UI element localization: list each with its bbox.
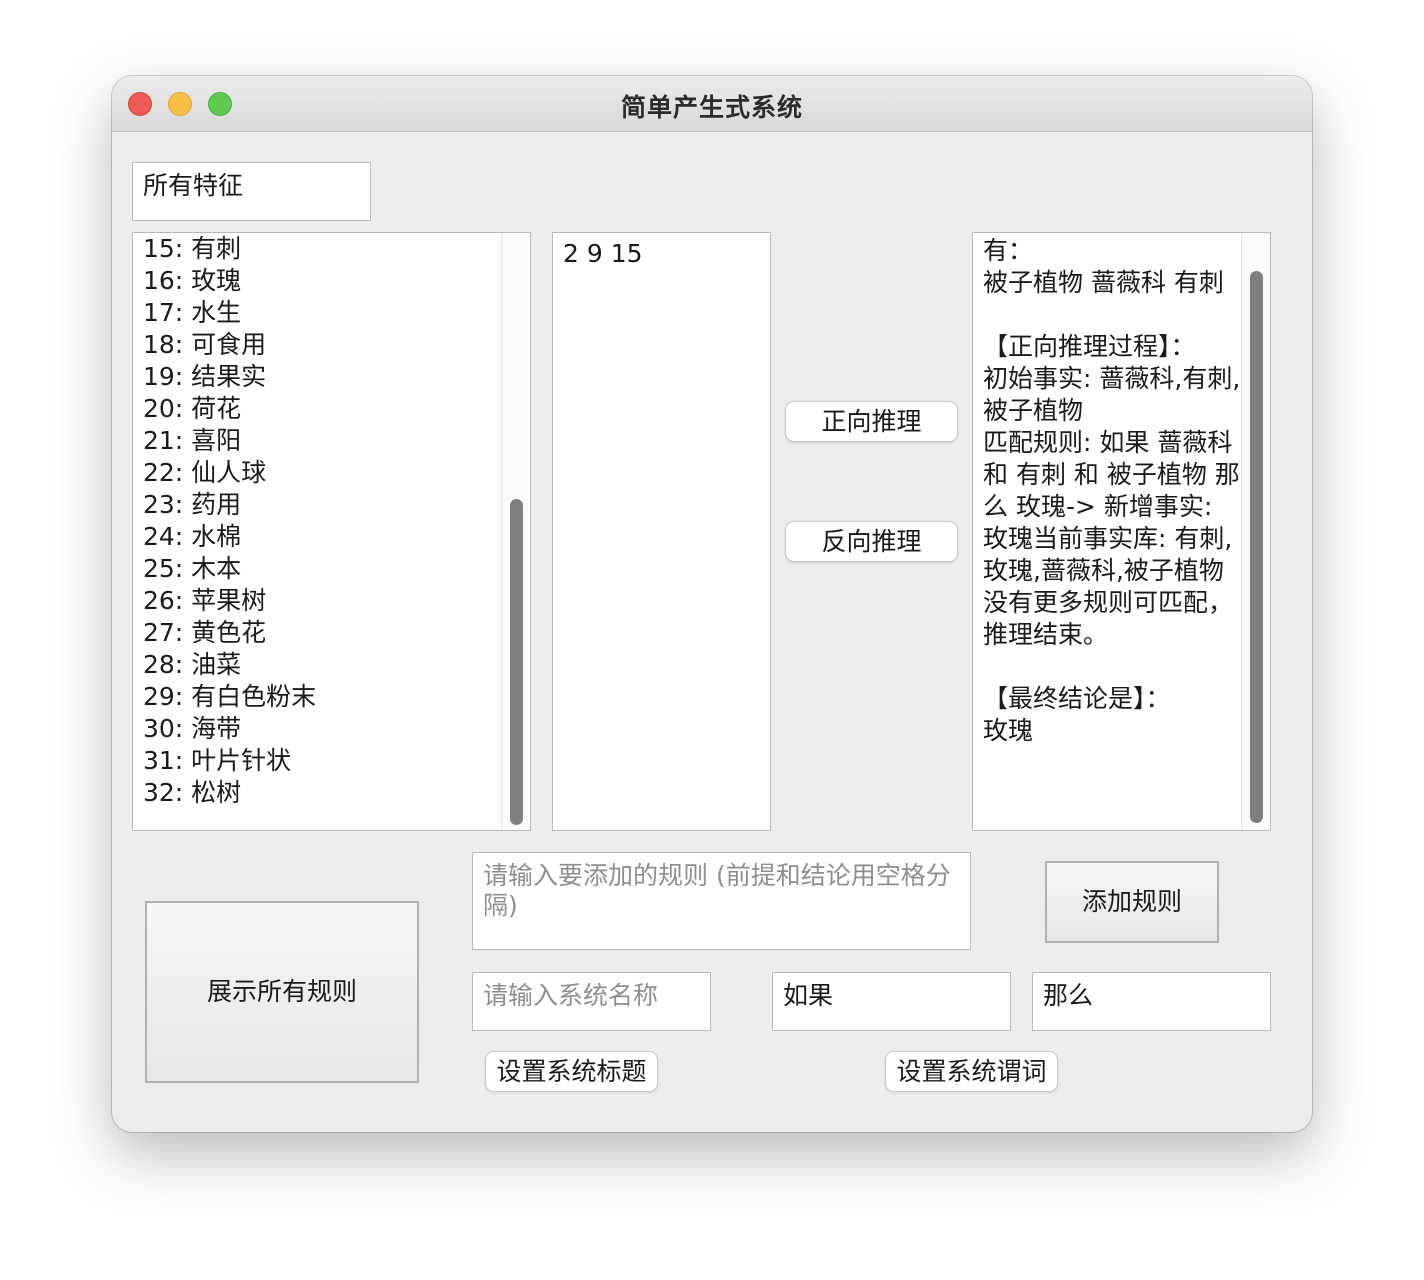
forward-inference-label: 正向推理 <box>821 407 922 436</box>
feature-list-item[interactable]: 22: 仙人球 <box>143 457 316 489</box>
feature-list-item[interactable]: 23: 药用 <box>143 489 316 521</box>
feature-list-item[interactable]: 16: 玫瑰 <box>143 265 316 297</box>
feature-list-scroll-thumb[interactable] <box>510 499 523 825</box>
backward-inference-label: 反向推理 <box>821 527 922 556</box>
show-all-rules-button[interactable]: 展示所有规则 <box>145 901 419 1083</box>
features-header-text: 所有特征 <box>143 171 244 200</box>
set-system-title-label: 设置系统标题 <box>496 1057 647 1086</box>
feature-list-item[interactable]: 17: 水生 <box>143 297 316 329</box>
if-keyword-input[interactable]: 如果 <box>772 972 1011 1031</box>
rule-input-placeholder: 请输入要添加的规则 (前提和结论用空格分隔) <box>483 861 951 920</box>
feature-list-item[interactable]: 20: 荷花 <box>143 393 316 425</box>
feature-list-item[interactable]: 28: 油菜 <box>143 649 316 681</box>
feature-list-item[interactable]: 31: 叶片针状 <box>143 745 316 777</box>
then-keyword-input[interactable]: 那么 <box>1032 972 1271 1031</box>
set-system-predicate-label: 设置系统谓词 <box>896 1057 1047 1086</box>
result-output-panel[interactable]: 有： 被子植物 蔷薇科 有刺 【正向推理过程】： 初始事实: 蔷薇科,有刺,被子… <box>972 232 1271 831</box>
feature-list-item[interactable]: 30: 海带 <box>143 713 316 745</box>
feature-list-item[interactable]: 19: 结果实 <box>143 361 316 393</box>
app-window: 简单产生式系统 所有特征 15: 有刺 16: 玫瑰 17: 水生 18: 可食用 19… <box>112 76 1312 1132</box>
feature-list-item[interactable]: 21: 喜阳 <box>143 425 316 457</box>
add-rule-label: 添加规则 <box>1081 887 1182 916</box>
add-rule-button[interactable]: 添加规则 <box>1045 861 1219 943</box>
features-header-field[interactable]: 所有特征 <box>132 162 371 221</box>
set-system-predicate-button[interactable]: 设置系统谓词 <box>885 1051 1058 1092</box>
feature-list-item[interactable]: 27: 黄色花 <box>143 617 316 649</box>
facts-input-area[interactable]: 2 9 15 <box>552 232 771 831</box>
system-name-placeholder: 请输入系统名称 <box>483 981 659 1010</box>
result-scroll-thumb[interactable] <box>1250 271 1263 823</box>
facts-input-text: 2 9 15 <box>563 239 643 268</box>
feature-list-item[interactable]: 32: 松树 <box>143 777 316 809</box>
window-title: 简单产生式系统 <box>620 93 803 122</box>
feature-list-item[interactable]: 18: 可食用 <box>143 329 316 361</box>
set-system-title-button[interactable]: 设置系统标题 <box>485 1051 658 1092</box>
feature-list-item[interactable]: 24: 水棉 <box>143 521 316 553</box>
system-name-input[interactable]: 请输入系统名称 <box>472 972 711 1031</box>
feature-list: 15: 有刺 16: 玫瑰 17: 水生 18: 可食用 19: 结果实 20: 荷花 21… <box>143 233 316 809</box>
feature-list-item[interactable]: 26: 苹果树 <box>143 585 316 617</box>
forward-inference-button[interactable]: 正向推理 <box>785 401 958 442</box>
title-bar[interactable]: 简单产生式系统 <box>112 76 1312 132</box>
backward-inference-button[interactable]: 反向推理 <box>785 521 958 562</box>
result-scrollbar[interactable] <box>1241 233 1270 830</box>
if-keyword-text: 如果 <box>783 981 834 1010</box>
show-all-rules-label: 展示所有规则 <box>206 977 357 1006</box>
feature-list-item[interactable]: 29: 有白色粉末 <box>143 681 316 713</box>
then-keyword-text: 那么 <box>1043 981 1094 1010</box>
rule-input[interactable]: 请输入要添加的规则 (前提和结论用空格分隔) <box>472 852 971 950</box>
result-output-text: 有： 被子植物 蔷薇科 有刺 【正向推理过程】： 初始事实: 蔷薇科,有刺,被子… <box>983 236 1241 745</box>
feature-list-panel[interactable]: 15: 有刺 16: 玫瑰 17: 水生 18: 可食用 19: 结果实 20: 荷花 21… <box>132 232 531 831</box>
feature-list-item[interactable]: 25: 木本 <box>143 553 316 585</box>
feature-list-scrollbar[interactable] <box>501 233 530 830</box>
feature-list-item[interactable]: 15: 有刺 <box>143 233 316 265</box>
